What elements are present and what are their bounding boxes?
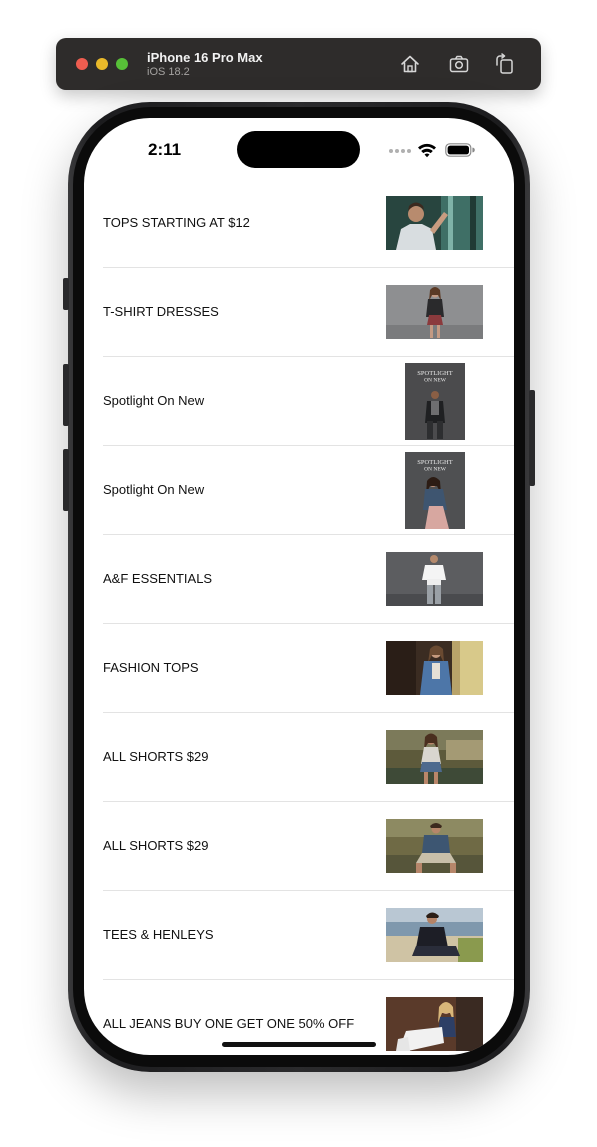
spotlight-men-image: SPOTLIGHT ON NEW xyxy=(405,363,465,440)
status-icons xyxy=(389,142,477,158)
tees-henleys-image xyxy=(386,908,483,962)
side-power-button[interactable] xyxy=(529,390,535,486)
svg-text:SPOTLIGHT: SPOTLIGHT xyxy=(417,370,452,377)
svg-text:ON NEW: ON NEW xyxy=(424,467,447,473)
action-button[interactable] xyxy=(63,278,69,310)
spotlight-women-image: SPOTLIGHT ON NEW xyxy=(405,452,465,529)
device-name: iPhone 16 Pro Max xyxy=(147,50,263,65)
svg-text:SPOTLIGHT: SPOTLIGHT xyxy=(417,459,452,466)
promotion-list: TOPS STARTING AT $12 T-SHIRT DRESSES Spo… xyxy=(84,179,514,1055)
promotion-row[interactable]: Spotlight On New SPOTLIGHT ON NEW xyxy=(103,357,514,446)
promotion-row[interactable]: TEES & HENLEYS xyxy=(103,891,514,980)
status-time: 2:11 xyxy=(148,140,182,159)
volume-down-button[interactable] xyxy=(63,449,69,511)
promotion-row[interactable]: Spotlight On New SPOTLIGHT ON NEW xyxy=(103,446,514,535)
promotion-label: A&F ESSENTIALS xyxy=(103,571,213,586)
phone-screen: 2:11 TOPS STARTING AT $12 T-SHIRT DRESSE… xyxy=(84,118,514,1055)
shorts-women-image xyxy=(386,730,483,784)
rotate-button[interactable] xyxy=(493,53,515,75)
os-version: iOS 18.2 xyxy=(147,66,190,78)
home-icon xyxy=(401,55,419,73)
simulator-toolbar: iPhone 16 Pro Max iOS 18.2 xyxy=(56,38,541,90)
essentials-promo-image xyxy=(386,552,483,606)
close-window-button[interactable] xyxy=(76,58,88,70)
home-indicator[interactable] xyxy=(222,1042,376,1047)
promotion-label: ALL SHORTS $29 xyxy=(103,838,209,853)
fashion-tops-image xyxy=(386,641,483,695)
minimize-window-button[interactable] xyxy=(96,58,108,70)
svg-text:ON NEW: ON NEW xyxy=(424,378,447,384)
rotate-icon xyxy=(496,53,513,74)
promotion-label: FASHION TOPS xyxy=(103,660,199,675)
promotion-row[interactable]: TOPS STARTING AT $12 xyxy=(103,179,514,268)
promotion-label: Spotlight On New xyxy=(103,393,205,408)
battery-icon xyxy=(445,143,475,157)
cellular-signal-icon xyxy=(389,149,411,153)
screenshot-icon xyxy=(449,55,469,73)
promotion-label: Spotlight On New xyxy=(103,482,205,497)
shorts-men-image xyxy=(386,819,483,873)
promotion-row[interactable]: FASHION TOPS xyxy=(103,624,514,713)
promotion-label: ALL SHORTS $29 xyxy=(103,749,209,764)
jeans-promo-image xyxy=(386,997,483,1051)
screenshot-button[interactable] xyxy=(448,53,470,75)
zoom-window-button[interactable] xyxy=(116,58,128,70)
home-button[interactable] xyxy=(399,53,421,75)
dresses-promo-image xyxy=(386,285,483,339)
promotion-row[interactable]: T-SHIRT DRESSES xyxy=(103,268,514,357)
tops-promo-image xyxy=(386,196,483,250)
dynamic-island xyxy=(237,131,360,168)
promotion-label: T-SHIRT DRESSES xyxy=(103,304,219,319)
promotion-label: TEES & HENLEYS xyxy=(103,927,214,942)
promotion-row[interactable]: ALL SHORTS $29 xyxy=(103,802,514,891)
promotion-label: TOPS STARTING AT $12 xyxy=(103,215,250,230)
promotion-label: ALL JEANS BUY ONE GET ONE 50% OFF xyxy=(103,1016,355,1031)
volume-up-button[interactable] xyxy=(63,364,69,426)
promotion-row[interactable]: ALL SHORTS $29 xyxy=(103,713,514,802)
wifi-icon xyxy=(418,143,436,158)
promotion-row[interactable]: A&F ESSENTIALS xyxy=(103,535,514,624)
